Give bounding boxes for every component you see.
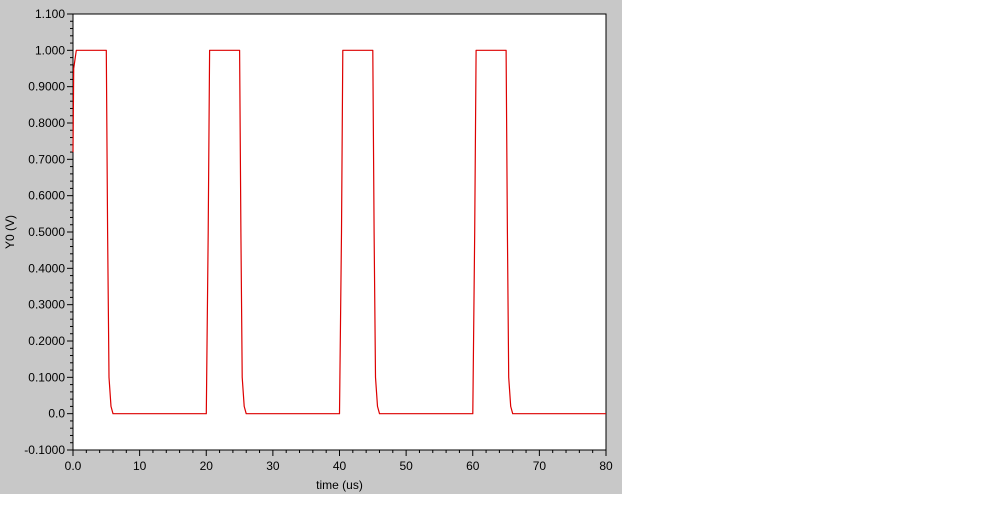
x-tick-label: 10 (133, 459, 147, 473)
y-axis-ticks: 1.100 1.000 0.9000 0.8000 0.7000 0.6000 0.5000… (24, 7, 73, 457)
y-tick-label: 0.7000 (28, 152, 65, 166)
x-axis-ticks: 0.0 10 20 30 40 50 60 70 80 (65, 450, 613, 473)
y-tick-label: 0.9000 (28, 80, 65, 94)
y-tick-label: 0.2000 (28, 334, 65, 348)
x-tick-label: 80 (599, 459, 613, 473)
x-tick-label: 20 (200, 459, 214, 473)
x-axis-label: time (us) (316, 478, 363, 492)
y-tick-label: 0.8000 (28, 116, 65, 130)
x-tick-label: 30 (266, 459, 280, 473)
x-tick-label: 50 (399, 459, 413, 473)
y-tick-label: 0.3000 (28, 298, 65, 312)
chart-svg: 1.100 1.000 0.9000 0.8000 0.7000 0.6000 0.5000… (3, 7, 613, 492)
y-tick-label: -0.1000 (24, 443, 65, 457)
y-tick-label: 0.1000 (28, 370, 65, 384)
y-tick-label: 0.6000 (28, 189, 65, 203)
x-tick-label: 0.0 (65, 459, 82, 473)
y-tick-label: 1.100 (35, 7, 65, 21)
y-tick-label: 0.5000 (28, 225, 65, 239)
x-tick-label: 60 (466, 459, 480, 473)
y-tick-label: 1.000 (35, 43, 65, 57)
x-tick-label: 40 (333, 459, 347, 473)
y-tick-label: 0.4000 (28, 261, 65, 275)
y-tick-label: 0.0 (48, 407, 65, 421)
y-axis-label: Y0 (V) (3, 215, 17, 249)
x-tick-label: 70 (533, 459, 547, 473)
